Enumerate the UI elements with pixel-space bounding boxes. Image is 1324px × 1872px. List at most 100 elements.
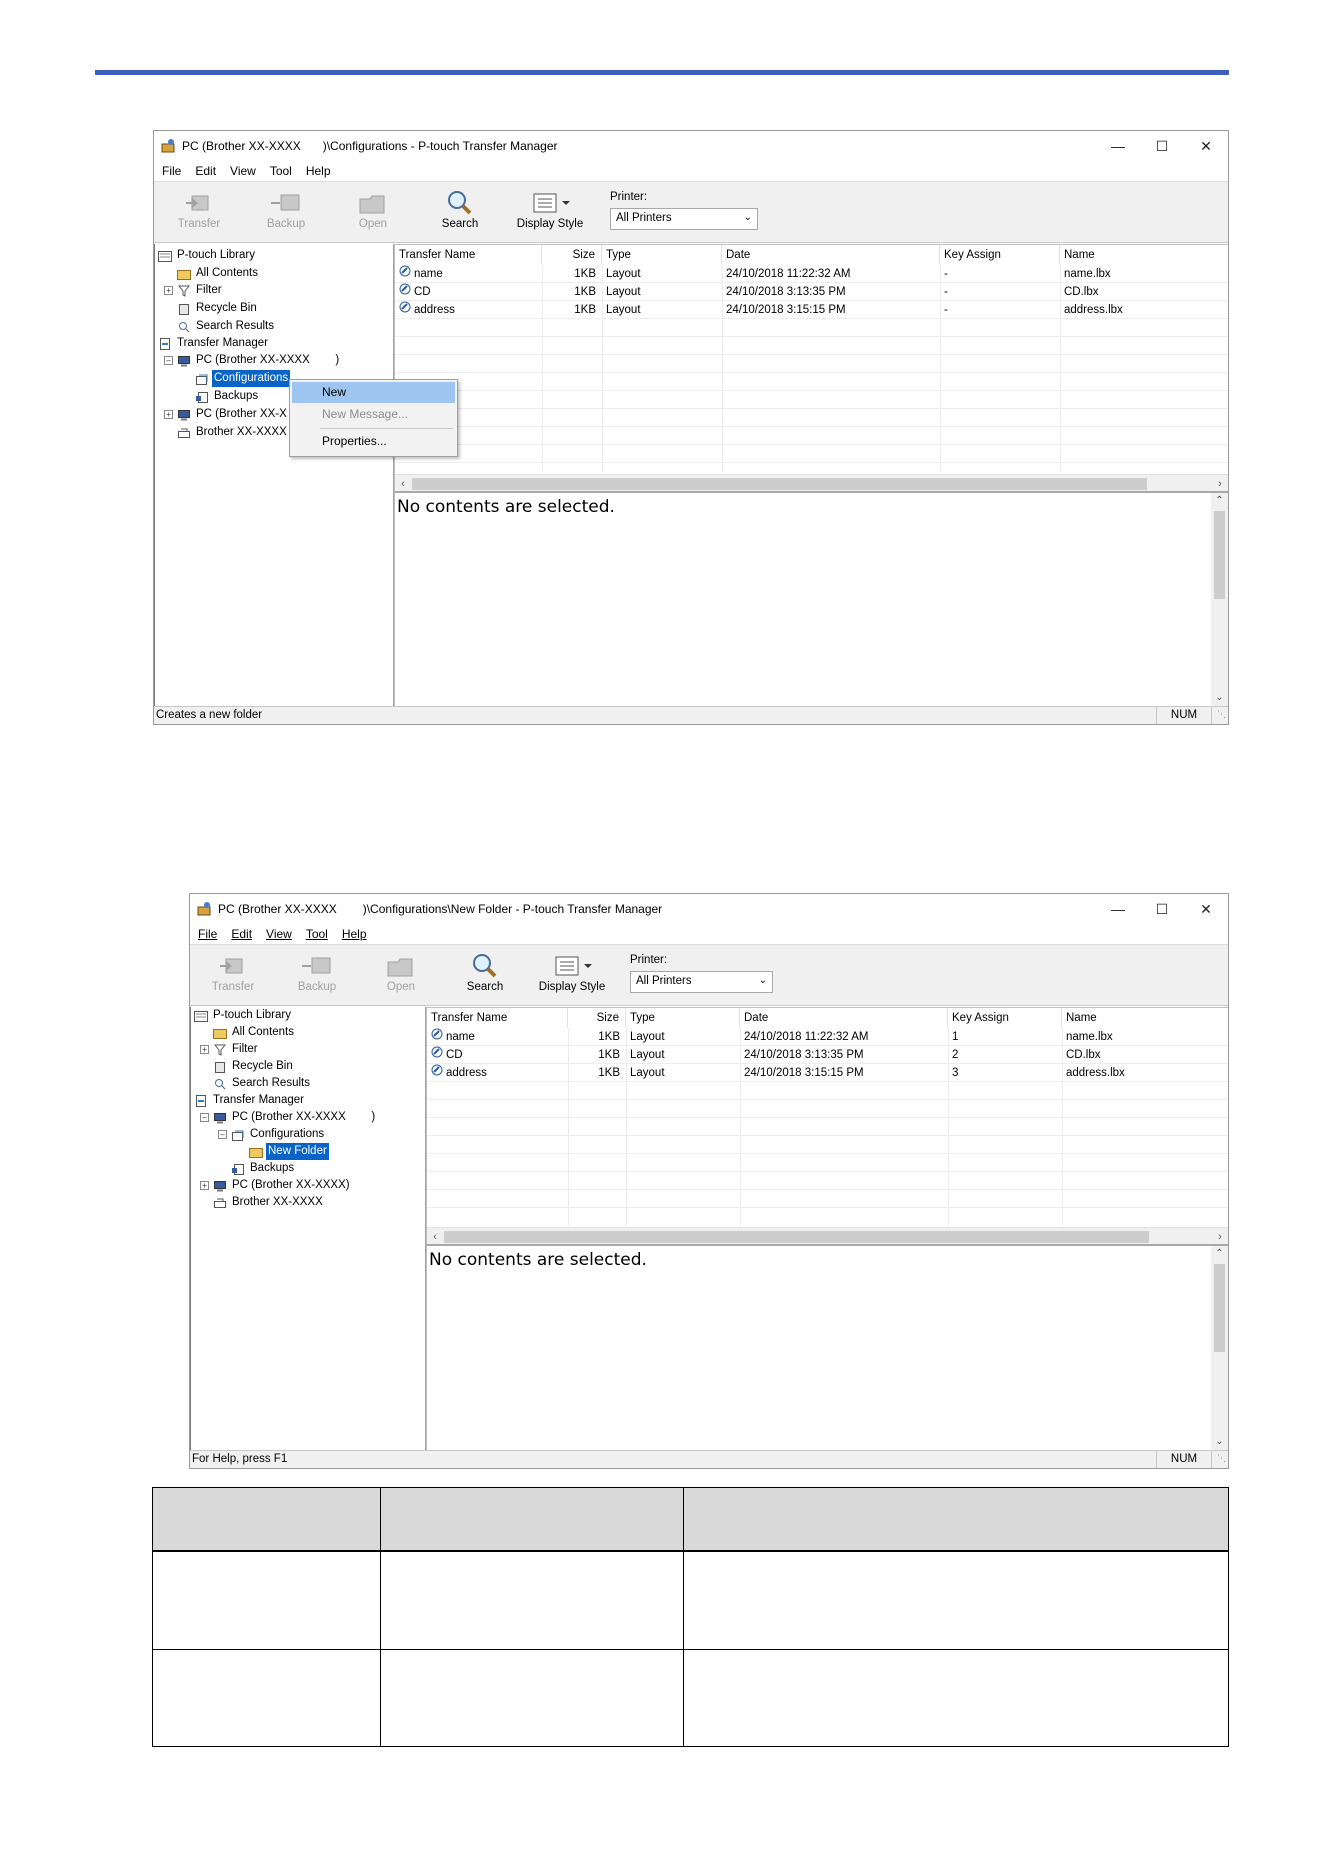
scroll-down-icon[interactable]: ⌄ <box>1211 690 1228 706</box>
menu-view[interactable]: View <box>230 164 256 178</box>
resize-grip-icon[interactable]: ⋱ <box>1217 706 1226 723</box>
cell-file-name: address.lbx <box>1066 1067 1125 1079</box>
scrollbar-thumb[interactable] <box>1214 1264 1225 1352</box>
horizontal-scrollbar[interactable]: ‹ › <box>395 474 1228 492</box>
column-header-name[interactable]: Name <box>1062 1008 1228 1028</box>
tree-item-configurations[interactable]: Configurations <box>195 370 291 387</box>
menu-edit[interactable]: Edit <box>231 927 252 941</box>
tree-item-all-contents[interactable]: All Contents <box>213 1024 296 1041</box>
tree-item-recycle-bin[interactable]: Recycle Bin <box>177 300 259 317</box>
table-row[interactable]: name 1KB Layout 24/10/2018 11:22:32 AM -… <box>395 265 1228 283</box>
column-header-size[interactable]: Size <box>568 1008 626 1028</box>
menu-help[interactable]: Help <box>342 927 367 941</box>
table-row[interactable]: CD 1KB Layout 24/10/2018 3:13:35 PM - CD… <box>395 283 1228 301</box>
expand-icon[interactable]: + <box>164 286 173 295</box>
column-header-date[interactable]: Date <box>722 245 940 265</box>
column-header-type[interactable]: Type <box>626 1008 740 1028</box>
resize-grip-icon[interactable]: ⋱ <box>1217 1450 1226 1467</box>
tree-item-search-results[interactable]: Search Results <box>177 318 276 335</box>
menu-view[interactable]: View <box>266 927 292 941</box>
backup-button[interactable]: Backup <box>282 951 352 993</box>
scroll-up-icon[interactable]: ⌃ <box>1211 493 1228 509</box>
column-header-type[interactable]: Type <box>602 245 722 265</box>
menu-help[interactable]: Help <box>306 164 331 178</box>
scrollbar-thumb[interactable] <box>412 478 1147 490</box>
tree-item-pc-1[interactable]: PC (Brother XX-XXXX ) <box>177 352 341 369</box>
backup-button[interactable]: Backup <box>251 188 321 230</box>
expand-icon[interactable]: + <box>164 410 173 419</box>
tree-label: Transfer Manager <box>213 1094 304 1106</box>
menu-file[interactable]: File <box>162 164 181 178</box>
context-menu-new-message[interactable]: New Message... <box>292 404 455 425</box>
tree-item-recycle-bin[interactable]: Recycle Bin <box>213 1058 295 1075</box>
scrollbar-thumb[interactable] <box>1214 511 1225 599</box>
maximize-icon[interactable]: ☐ <box>1140 894 1184 924</box>
horizontal-scrollbar[interactable]: ‹ › <box>427 1227 1228 1245</box>
menu-edit[interactable]: Edit <box>195 164 216 178</box>
open-button[interactable]: Open <box>366 951 436 993</box>
column-header-transfer-name[interactable]: Transfer Name <box>427 1008 568 1028</box>
close-icon[interactable]: ✕ <box>1184 131 1228 161</box>
search-button[interactable]: Search <box>450 951 520 993</box>
display-style-button[interactable]: Display Style <box>534 951 610 993</box>
tree-item-brother-printer[interactable]: Brother XX-XXXX <box>213 1194 325 1211</box>
scroll-down-icon[interactable]: ⌄ <box>1211 1434 1228 1450</box>
table-row[interactable]: CD 1KB Layout 24/10/2018 3:13:35 PM 2 CD… <box>427 1046 1228 1064</box>
search-button[interactable]: Search <box>425 188 495 230</box>
tree-item-backups[interactable]: Backups <box>231 1160 296 1177</box>
vertical-scrollbar[interactable]: ⌃ ⌄ <box>1211 1246 1228 1450</box>
maximize-icon[interactable]: ☐ <box>1140 131 1184 161</box>
vertical-scrollbar[interactable]: ⌃ ⌄ <box>1211 493 1228 706</box>
table-header-row <box>153 1488 1228 1552</box>
backup-label: Backup <box>266 218 306 230</box>
table-row[interactable]: address 1KB Layout 24/10/2018 3:15:15 PM… <box>395 301 1228 319</box>
tree-item-pc-2[interactable]: PC (Brother XX-XXXX) <box>213 1177 352 1194</box>
scrollbar-thumb[interactable] <box>444 1231 1149 1243</box>
tree-item-search-results[interactable]: Search Results <box>213 1075 312 1092</box>
column-header-key-assign[interactable]: Key Assign <box>940 245 1060 265</box>
display-style-button[interactable]: Display Style <box>512 188 588 230</box>
transfer-button[interactable]: Transfer <box>164 188 234 230</box>
collapse-icon[interactable]: – <box>200 1113 209 1122</box>
tree-item-configurations[interactable]: Configurations <box>231 1126 326 1143</box>
table-row[interactable]: name 1KB Layout 24/10/2018 11:22:32 AM 1… <box>427 1028 1228 1046</box>
collapse-icon[interactable]: – <box>218 1130 227 1139</box>
column-header-transfer-name[interactable]: Transfer Name <box>395 245 542 265</box>
printer-select[interactable]: All Printers ⌄ <box>630 971 773 993</box>
collapse-icon[interactable]: – <box>164 356 173 365</box>
minimize-icon[interactable]: — <box>1096 894 1140 924</box>
tree-item-filter[interactable]: Filter <box>177 282 224 299</box>
transfer-button[interactable]: Transfer <box>198 951 268 993</box>
tree-item-all-contents[interactable]: All Contents <box>177 265 260 282</box>
column-header-date[interactable]: Date <box>740 1008 948 1028</box>
tree-item-brother-printer[interactable]: Brother XX-XXXX <box>177 424 289 441</box>
tree-item-pc-1[interactable]: PC (Brother XX-XXXX ) <box>213 1109 377 1126</box>
tree-item-filter[interactable]: Filter <box>213 1041 260 1058</box>
expand-icon[interactable]: + <box>200 1045 209 1054</box>
open-button[interactable]: Open <box>338 188 408 230</box>
tree-item-transfer-manager[interactable]: Transfer Manager <box>194 1092 306 1109</box>
open-folder-icon <box>366 951 436 981</box>
minimize-icon[interactable]: — <box>1096 131 1140 161</box>
tree-item-transfer-manager[interactable]: Transfer Manager <box>158 335 270 352</box>
column-header-key-assign[interactable]: Key Assign <box>948 1008 1062 1028</box>
column-header-name[interactable]: Name <box>1060 245 1228 265</box>
menu-tool[interactable]: Tool <box>270 164 292 178</box>
tree-label: PC (Brother XX-XXXX) <box>232 1179 350 1191</box>
scroll-up-icon[interactable]: ⌃ <box>1211 1246 1228 1262</box>
menu-file[interactable]: File <box>198 927 217 941</box>
column-header-size[interactable]: Size <box>542 245 602 265</box>
table-row[interactable]: address 1KB Layout 24/10/2018 3:15:15 PM… <box>427 1064 1228 1082</box>
configurations-icon <box>195 372 209 386</box>
tree-item-backups[interactable]: Backups <box>195 388 260 405</box>
context-menu-properties[interactable]: Properties... <box>292 431 455 452</box>
tree-item-library[interactable]: P-touch Library <box>158 247 257 264</box>
tree-item-pc-2[interactable]: PC (Brother XX-X <box>177 406 289 423</box>
tree-item-library[interactable]: P-touch Library <box>194 1007 293 1024</box>
menu-tool[interactable]: Tool <box>306 927 328 941</box>
context-menu-new[interactable]: New <box>292 382 455 403</box>
printer-select[interactable]: All Printers ⌄ <box>610 208 758 230</box>
expand-icon[interactable]: + <box>200 1181 209 1190</box>
tree-item-new-folder[interactable]: New Folder <box>249 1143 329 1160</box>
close-icon[interactable]: ✕ <box>1184 894 1228 924</box>
